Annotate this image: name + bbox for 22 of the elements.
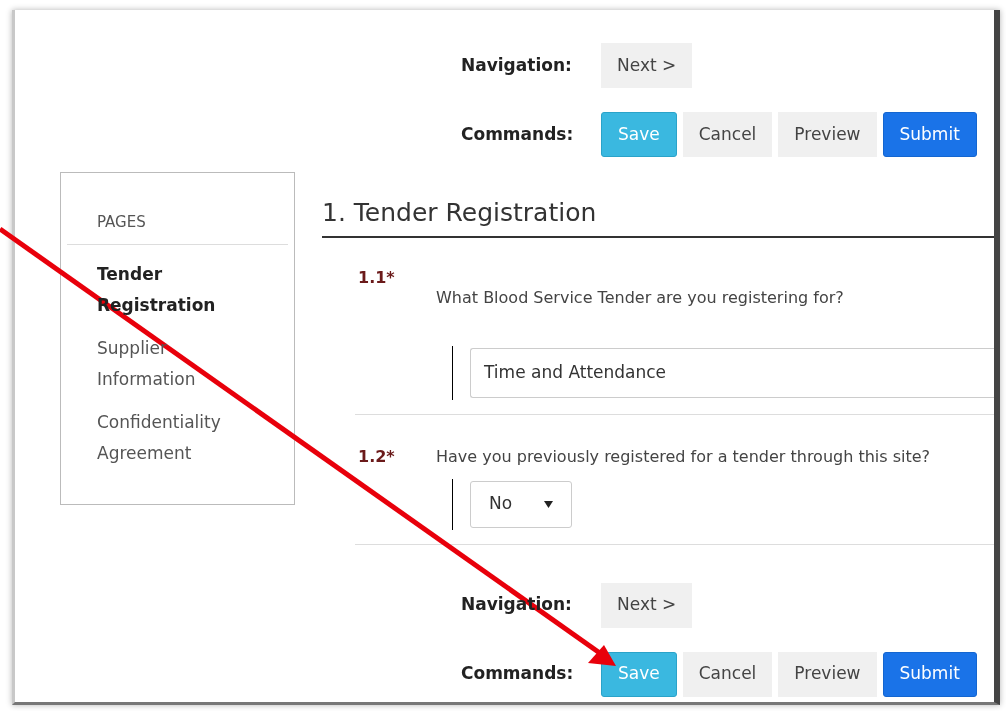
- toolbar-button[interactable]: Submit: [882, 112, 977, 157]
- toolbar-button[interactable]: Next >: [601, 582, 693, 628]
- question-number: 1.2*: [357, 445, 396, 468]
- sidebar-link[interactable]: Supplier Information: [67, 332, 288, 395]
- toolbar-button[interactable]: Preview: [778, 112, 877, 157]
- toolbar-button[interactable]: Submit: [882, 651, 977, 697]
- toolbar-button[interactable]: Cancel: [682, 651, 773, 697]
- answer-field[interactable]: Time and Attendance: [470, 347, 994, 398]
- section-title: 1. Tender Registration: [322, 194, 994, 238]
- question-text: Have you previously registered for a tender through this site?: [436, 445, 931, 468]
- toolbar-label: Navigation:: [461, 53, 573, 77]
- toolbar-label: Commands:: [461, 662, 575, 686]
- sidebar-heading: PAGES: [67, 211, 288, 245]
- caret-icon: [544, 500, 553, 508]
- sidebar-link[interactable]: Confidentiality Agreement: [67, 406, 288, 469]
- question-number: 1.1*: [357, 266, 396, 289]
- question-text: What Blood Service Tender are you registering for?: [436, 286, 844, 309]
- toolbar-label: Commands:: [461, 122, 575, 146]
- toolbar-button[interactable]: Cancel: [682, 112, 773, 157]
- toolbar-button[interactable]: Preview: [778, 651, 877, 697]
- dropdown-select[interactable]: No: [470, 480, 572, 528]
- toolbar-button[interactable]: Next >: [601, 43, 693, 88]
